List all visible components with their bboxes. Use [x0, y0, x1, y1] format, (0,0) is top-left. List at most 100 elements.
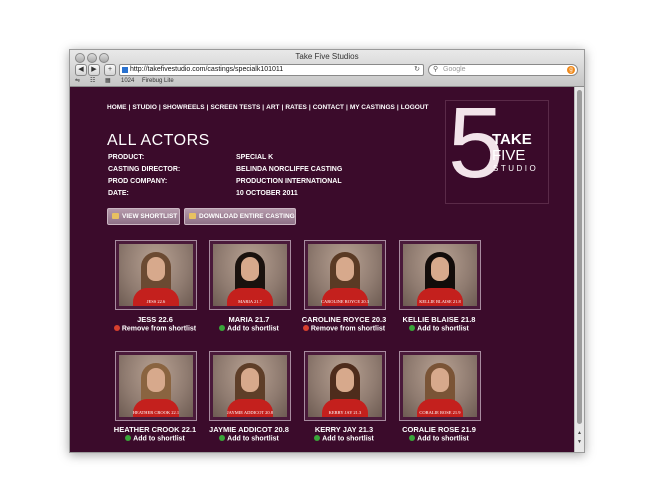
address-bar[interactable]: http://takefivestudio.com/castings/speci… — [119, 64, 424, 76]
detail-value-prod-company: PRODUCTION INTERNATIONAL — [236, 178, 342, 185]
photo-caption: JAYMIE ADDICOT 20.8 — [226, 410, 274, 415]
url-text: http://takefivestudio.com/castings/speci… — [130, 66, 284, 73]
actor-face — [431, 368, 449, 392]
add-icon — [125, 435, 132, 441]
actor-photo: JESS 22.6 — [119, 244, 193, 306]
google-icon[interactable]: g — [567, 66, 575, 74]
add-icon — [409, 325, 416, 331]
actor-name: CAROLINE ROYCE 20.3 — [301, 315, 387, 324]
actor-photo-card[interactable]: HEATHER CROOK 22.1 — [115, 351, 197, 421]
actor-photo: KELLIE BLAISE 21.8 — [403, 244, 477, 306]
search-field[interactable]: ⚲ Google g — [428, 64, 578, 76]
remove-icon — [113, 325, 120, 331]
page-title: ALL ACTORS — [107, 132, 210, 149]
nav-studio[interactable]: STUDIO — [132, 104, 157, 111]
photo-caption: KELLIE BLAISE 21.8 — [419, 299, 461, 304]
actor-face — [336, 368, 354, 392]
detail-value-date: 10 OCTOBER 2011 — [236, 190, 298, 197]
shortlist-icon — [112, 213, 119, 219]
nav-screen-tests[interactable]: SCREEN TESTS — [210, 104, 260, 111]
download-entire-casting-button[interactable]: DOWNLOAD ENTIRE CASTING — [184, 208, 296, 225]
detail-label-prod-company: PROD COMPANY: — [108, 178, 168, 185]
actor-photo: MARIA 21.7 — [213, 244, 287, 306]
actor-face — [336, 257, 354, 281]
window-title: Take Five Studios — [295, 52, 359, 61]
photo-caption: JESS 22.6 — [146, 299, 166, 304]
back-button[interactable]: ◀ — [75, 64, 87, 76]
add-bookmark-button[interactable]: + — [104, 64, 116, 76]
detail-value-product: SPECIAL K — [236, 154, 274, 161]
photo-caption: CORALIE ROSE 21.9 — [419, 410, 461, 415]
actor-name: HEATHER CROOK 22.1 — [113, 425, 197, 434]
reload-icon[interactable]: ↻ — [414, 65, 420, 75]
actor-name: JAYMIE ADDICOT 20.8 — [209, 425, 289, 434]
detail-value-casting-director: BELINDA NORCLIFFE CASTING — [236, 166, 343, 173]
shortlist-toggle-link[interactable]: Add to shortlist — [105, 435, 205, 443]
actor-photo: JAYMIE ADDICOT 20.8 — [213, 355, 287, 417]
photo-caption: HEATHER CROOK 22.1 — [132, 410, 180, 415]
remove-icon — [302, 325, 309, 331]
reading-list-icon[interactable]: ⇋ — [75, 76, 80, 86]
actor-face — [241, 257, 259, 281]
actor-photo: CAROLINE ROYCE 20.3 — [308, 244, 382, 306]
actor-photo-card[interactable]: MARIA 21.7 — [209, 240, 291, 310]
add-icon — [314, 435, 321, 441]
nav-home[interactable]: HOME — [107, 104, 127, 111]
logo-studio: STUDIO — [493, 164, 539, 173]
nav-rates[interactable]: RATES — [285, 104, 307, 111]
logo-take: TAKE — [492, 131, 532, 148]
actor-photo: CORALIE ROSE 21.9 — [403, 355, 477, 417]
view-shortlist-button[interactable]: VIEW SHORTLIST — [107, 208, 180, 225]
actor-photo-card[interactable]: KELLIE BLAISE 21.8 — [399, 240, 481, 310]
photo-caption: MARIA 21.7 — [238, 299, 262, 304]
shortlist-toggle-link[interactable]: Add to shortlist — [199, 435, 299, 443]
actor-name: KELLIE BLAISE 21.8 — [402, 315, 476, 324]
logo-five: FIVE — [492, 147, 526, 164]
forward-button[interactable]: ▶ — [88, 64, 100, 76]
page-content: HOME | STUDIO | SHOWREELS | SCREEN TESTS | ART | R… — [70, 87, 574, 452]
actor-face — [147, 257, 165, 281]
site-navigation: HOME | STUDIO | SHOWREELS | SCREEN TESTS | ART | R… — [107, 104, 429, 111]
nav-logout[interactable]: LOGOUT — [401, 104, 429, 111]
actor-photo-card[interactable]: CAROLINE ROYCE 20.3 — [304, 240, 386, 310]
site-favicon-icon — [122, 67, 128, 73]
actor-name: MARIA 21.7 — [228, 315, 270, 324]
shortlist-toggle-link[interactable]: Add to shortlist — [294, 435, 394, 443]
nav-art[interactable]: ART — [266, 104, 279, 111]
top-sites-grid-icon[interactable]: ▦ — [105, 76, 111, 86]
actor-face — [241, 368, 259, 392]
nav-contact[interactable]: CONTACT — [313, 104, 344, 111]
nav-showreels[interactable]: SHOWREELS — [163, 104, 205, 111]
bookmark-1024[interactable]: 1024 — [121, 76, 134, 86]
actor-photo-card[interactable]: CORALIE ROSE 21.9 — [399, 351, 481, 421]
bookmarks-book-icon[interactable]: ☷ — [90, 76, 95, 86]
detail-label-date: DATE: — [108, 190, 129, 197]
search-icon: ⚲ — [433, 66, 439, 73]
shortlist-toggle-link[interactable]: Add to shortlist — [389, 435, 489, 443]
actor-name: CORALIE ROSE 21.9 — [402, 425, 476, 434]
bookmark-firebug-lite[interactable]: Firebug Lite — [142, 76, 174, 86]
scroll-down-icon[interactable]: ▼ — [577, 439, 582, 445]
photo-caption: CAROLINE ROYCE 20.3 — [320, 299, 370, 304]
actor-face — [431, 257, 449, 281]
add-icon — [219, 325, 226, 331]
detail-label-casting-director: CASTING DIRECTOR: — [108, 166, 181, 173]
scroll-up-icon[interactable]: ▲ — [577, 430, 582, 436]
nav-my-castings[interactable]: MY CASTINGS — [350, 104, 395, 111]
shortlist-toggle-link[interactable]: Remove from shortlist — [105, 325, 205, 333]
title-bar: Take Five Studios ◀ ▶ + http://takefives… — [70, 50, 584, 87]
actor-photo: HEATHER CROOK 22.1 — [119, 355, 193, 417]
browser-window: Take Five Studios ◀ ▶ + http://takefives… — [69, 49, 585, 453]
take-five-studio-logo[interactable]: 5 TAKE FIVE STUDIO — [445, 93, 549, 204]
shortlist-toggle-link[interactable]: Add to shortlist — [389, 325, 489, 333]
photo-caption: KERRY JAY 21.3 — [328, 410, 362, 415]
vertical-scrollbar[interactable]: ▲ ▼ — [574, 87, 584, 452]
actor-photo-card[interactable]: KERRY JAY 21.3 — [304, 351, 386, 421]
shortlist-toggle-link[interactable]: Remove from shortlist — [294, 325, 394, 333]
actor-face — [147, 368, 165, 392]
shortlist-toggle-link[interactable]: Add to shortlist — [199, 325, 299, 333]
actor-photo-card[interactable]: JAYMIE ADDICOT 20.8 — [209, 351, 291, 421]
actor-name: KERRY JAY 21.3 — [314, 425, 374, 434]
scrollbar-thumb[interactable] — [577, 90, 582, 424]
actor-photo-card[interactable]: JESS 22.6 — [115, 240, 197, 310]
